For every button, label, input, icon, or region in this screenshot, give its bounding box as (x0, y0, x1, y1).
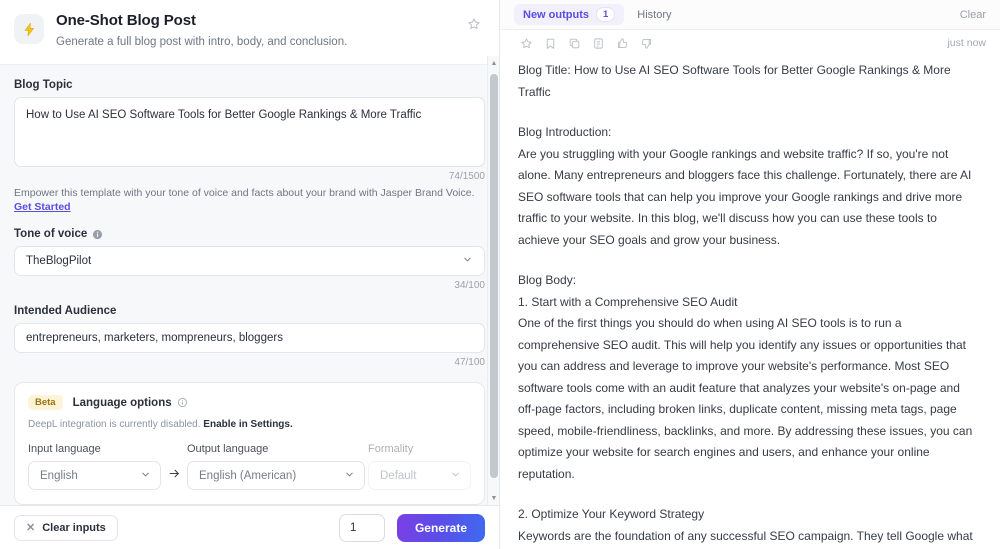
intended-audience-input[interactable]: entrepreneurs, marketers, mompreneurs, b… (14, 323, 485, 353)
output-body-heading: Blog Body: (518, 273, 577, 287)
clear-inputs-button[interactable]: ✕ Clear inputs (14, 514, 118, 541)
brand-voice-text: Empower this template with your tone of … (14, 187, 475, 199)
thumbs-down-icon[interactable] (634, 33, 658, 53)
lightning-bolt-icon (14, 14, 44, 44)
get-started-link[interactable]: Get Started (14, 201, 71, 213)
output-content[interactable]: Blog Title: How to Use AI SEO Software T… (500, 56, 1000, 549)
clear-inputs-label: Clear inputs (42, 521, 106, 534)
output-intro-heading: Blog Introduction: (518, 125, 612, 139)
close-x-icon: ✕ (26, 522, 36, 534)
form-fields-scroll-area: Blog Topic How to Use AI SEO Software To… (0, 65, 499, 505)
quantity-input[interactable]: 1 (338, 513, 385, 542)
template-header: One-Shot Blog Post Generate a full blog … (0, 0, 499, 65)
tone-of-voice-label-text: Tone of voice (14, 228, 88, 240)
scroll-up-arrow-icon[interactable]: ▲ (488, 57, 500, 69)
chevron-down-icon (140, 469, 151, 483)
copy-icon[interactable] (562, 33, 586, 53)
blog-topic-label: Blog Topic (14, 79, 73, 91)
field-blog-topic: Blog Topic How to Use AI SEO Software To… (14, 79, 485, 182)
input-language-label: Input language (28, 443, 101, 455)
formality-value: Default (380, 469, 417, 482)
template-subtitle: Generate a full blog post with intro, bo… (56, 36, 348, 48)
output-tabs-bar: New outputs 1 History Clear (500, 0, 1000, 30)
deepl-status-note: DeepL integration is currently disabled.… (28, 419, 471, 430)
template-form-panel: One-Shot Blog Post Generate a full blog … (0, 0, 500, 549)
enable-in-settings-link[interactable]: Enable in Settings. (203, 419, 292, 430)
tab-history-label: History (637, 8, 672, 21)
blog-topic-counter: 74/1500 (448, 171, 485, 182)
beta-badge: Beta (28, 395, 63, 410)
output-intro-body: Are you struggling with your Google rank… (518, 146, 972, 247)
field-input-language: Input language English (28, 443, 161, 490)
output-timestamp: just now (947, 37, 986, 49)
generate-button[interactable]: Generate (396, 513, 485, 542)
output-language-select[interactable]: English (American) (187, 461, 365, 490)
language-options-title: Language options (72, 396, 172, 409)
tone-of-voice-counter: 34/100 (454, 280, 485, 291)
deepl-status-text: DeepL integration is currently disabled. (28, 419, 201, 430)
clear-outputs-link[interactable]: Clear (960, 9, 986, 21)
tone-of-voice-value: TheBlogPilot (26, 255, 92, 267)
output-actions-toolbar: just now (500, 30, 1000, 56)
output-language-label: Output language (187, 443, 269, 455)
output-section2-body: Keywords are the foundation of any succe… (518, 528, 973, 543)
output-title-line: Blog Title: How to Use AI SEO Software T… (518, 63, 951, 99)
scrollbar-thumb[interactable] (490, 74, 498, 478)
formality-select[interactable]: Default (368, 461, 471, 490)
info-icon[interactable] (177, 397, 188, 408)
form-footer-bar: ✕ Clear inputs 1 Generate (0, 505, 499, 549)
input-language-value: English (40, 469, 78, 482)
intended-audience-counter: 47/100 (454, 357, 485, 368)
star-icon[interactable] (514, 33, 538, 53)
field-intended-audience: Intended Audience entrepreneurs, markete… (14, 305, 485, 368)
bookmark-icon[interactable] (538, 33, 562, 53)
chevron-down-icon (450, 469, 461, 483)
language-options-card: Beta Language options DeepL integration … (14, 382, 485, 505)
tab-new-outputs-label: New outputs (523, 8, 589, 21)
new-outputs-count-badge: 1 (596, 7, 616, 22)
footer-actions: 1 Generate (338, 513, 485, 542)
arrow-right-icon (161, 467, 187, 490)
formality-label: Formality (368, 443, 414, 455)
brand-voice-note: Empower this template with your tone of … (14, 186, 485, 214)
output-section2-heading: 2. Optimize Your Keyword Strategy (518, 507, 705, 521)
intended-audience-label: Intended Audience (14, 305, 117, 317)
input-language-select[interactable]: English (28, 461, 161, 490)
field-output-language: Output language English (American) (187, 443, 365, 490)
output-language-value: English (American) (199, 469, 297, 482)
info-icon[interactable] (92, 229, 103, 240)
chevron-down-icon (344, 469, 355, 483)
tone-of-voice-select[interactable]: TheBlogPilot (14, 246, 485, 276)
language-options-header: Beta Language options (28, 395, 471, 410)
tab-history[interactable]: History (628, 6, 680, 24)
form-scrollbar[interactable]: ▲ ▼ (487, 56, 499, 505)
tab-new-outputs[interactable]: New outputs 1 (514, 4, 625, 25)
field-formality: Formality Default (368, 443, 471, 490)
favorite-star-icon[interactable] (463, 13, 485, 35)
app-root: One-Shot Blog Post Generate a full blog … (0, 0, 1000, 549)
thumbs-up-icon[interactable] (610, 33, 634, 53)
language-selectors-row: Input language English Output language E… (28, 443, 471, 490)
output-section1-heading: 1. Start with a Comprehensive SEO Audit (518, 294, 738, 309)
field-tone-of-voice: Tone of voice TheBlogPilot 34/100 (14, 228, 485, 291)
blog-topic-input[interactable]: How to Use AI SEO Software Tools for Bet… (14, 97, 485, 167)
output-panel: New outputs 1 History Clear just now Blo… (500, 0, 1000, 549)
chevron-down-icon (462, 254, 473, 268)
output-section1-body: One of the first things you should do wh… (518, 316, 973, 481)
page-title: One-Shot Blog Post (56, 12, 196, 29)
tone-of-voice-label: Tone of voice (14, 228, 485, 240)
document-icon[interactable] (586, 33, 610, 53)
scroll-down-arrow-icon[interactable]: ▼ (488, 492, 500, 504)
